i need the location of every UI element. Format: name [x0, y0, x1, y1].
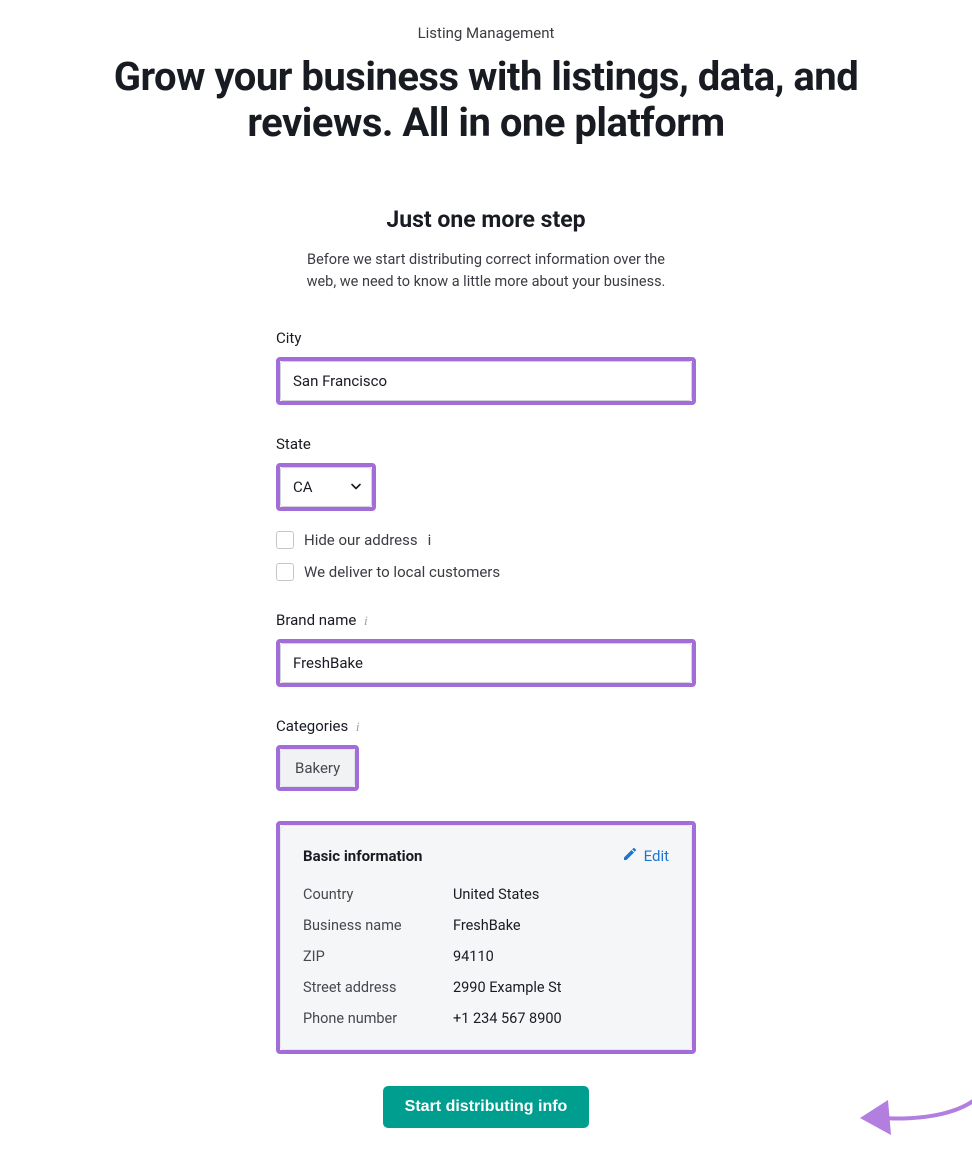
city-label: City — [276, 329, 696, 347]
info-value: +1 234 567 8900 — [453, 1010, 562, 1027]
annotation-arrow-icon — [836, 1050, 972, 1150]
info-row-country: Country United States — [303, 886, 669, 903]
info-row-zip: ZIP 94110 — [303, 948, 669, 965]
categories-field: Categories i Bakery — [276, 717, 696, 791]
state-field: State CA — [276, 435, 696, 511]
info-row-business-name: Business name FreshBake — [303, 917, 669, 934]
info-key: ZIP — [303, 948, 453, 965]
info-value: United States — [453, 886, 539, 903]
info-value: FreshBake — [453, 917, 521, 934]
start-distributing-button[interactable]: Start distributing info — [383, 1086, 590, 1128]
breadcrumb: Listing Management — [0, 24, 972, 42]
checkbox-group: Hide our address i We deliver to local c… — [276, 531, 696, 581]
highlight-border — [276, 357, 696, 405]
edit-button[interactable]: Edit — [622, 846, 669, 866]
onboarding-form: Just one more step Before we start distr… — [276, 206, 696, 1128]
state-label: State — [276, 435, 696, 453]
state-select[interactable]: CA — [280, 467, 372, 507]
info-icon[interactable]: i — [356, 719, 360, 734]
info-key: Country — [303, 886, 453, 903]
city-input[interactable] — [280, 361, 692, 401]
categories-label: Categories i — [276, 717, 696, 735]
hide-address-label: Hide our address — [304, 531, 418, 549]
deliver-local-row[interactable]: We deliver to local customers — [276, 563, 696, 581]
info-value: 2990 Example St — [453, 979, 562, 996]
highlight-border: CA — [276, 463, 376, 511]
deliver-local-checkbox[interactable] — [276, 563, 294, 581]
info-key: Phone number — [303, 1010, 453, 1027]
info-icon[interactable]: i — [364, 613, 368, 628]
basic-info-card: Basic information Edit Country United St… — [280, 825, 692, 1050]
step-description: Before we start distributing correct inf… — [296, 249, 676, 293]
city-field: City — [276, 329, 696, 405]
hide-address-checkbox[interactable] — [276, 531, 294, 549]
info-row-street: Street address 2990 Example St — [303, 979, 669, 996]
info-row-phone: Phone number +1 234 567 8900 — [303, 1010, 669, 1027]
edit-icon — [622, 846, 638, 866]
highlight-border: Bakery — [276, 745, 359, 791]
brand-name-label: Brand name i — [276, 611, 696, 629]
step-title: Just one more step — [276, 206, 696, 233]
edit-label: Edit — [644, 847, 669, 865]
brand-name-field: Brand name i — [276, 611, 696, 687]
brand-name-input[interactable] — [280, 643, 692, 683]
info-icon[interactable]: i — [428, 531, 432, 549]
basic-info-title: Basic information — [303, 847, 422, 865]
category-chip[interactable]: Bakery — [280, 749, 355, 787]
info-value: 94110 — [453, 948, 494, 965]
info-key: Street address — [303, 979, 453, 996]
highlight-border — [276, 639, 696, 687]
highlight-border: Basic information Edit Country United St… — [276, 821, 696, 1054]
hide-address-row[interactable]: Hide our address i — [276, 531, 696, 549]
info-key: Business name — [303, 917, 453, 934]
deliver-local-label: We deliver to local customers — [304, 563, 500, 581]
hero-title: Grow your business with listings, data, … — [76, 54, 896, 146]
